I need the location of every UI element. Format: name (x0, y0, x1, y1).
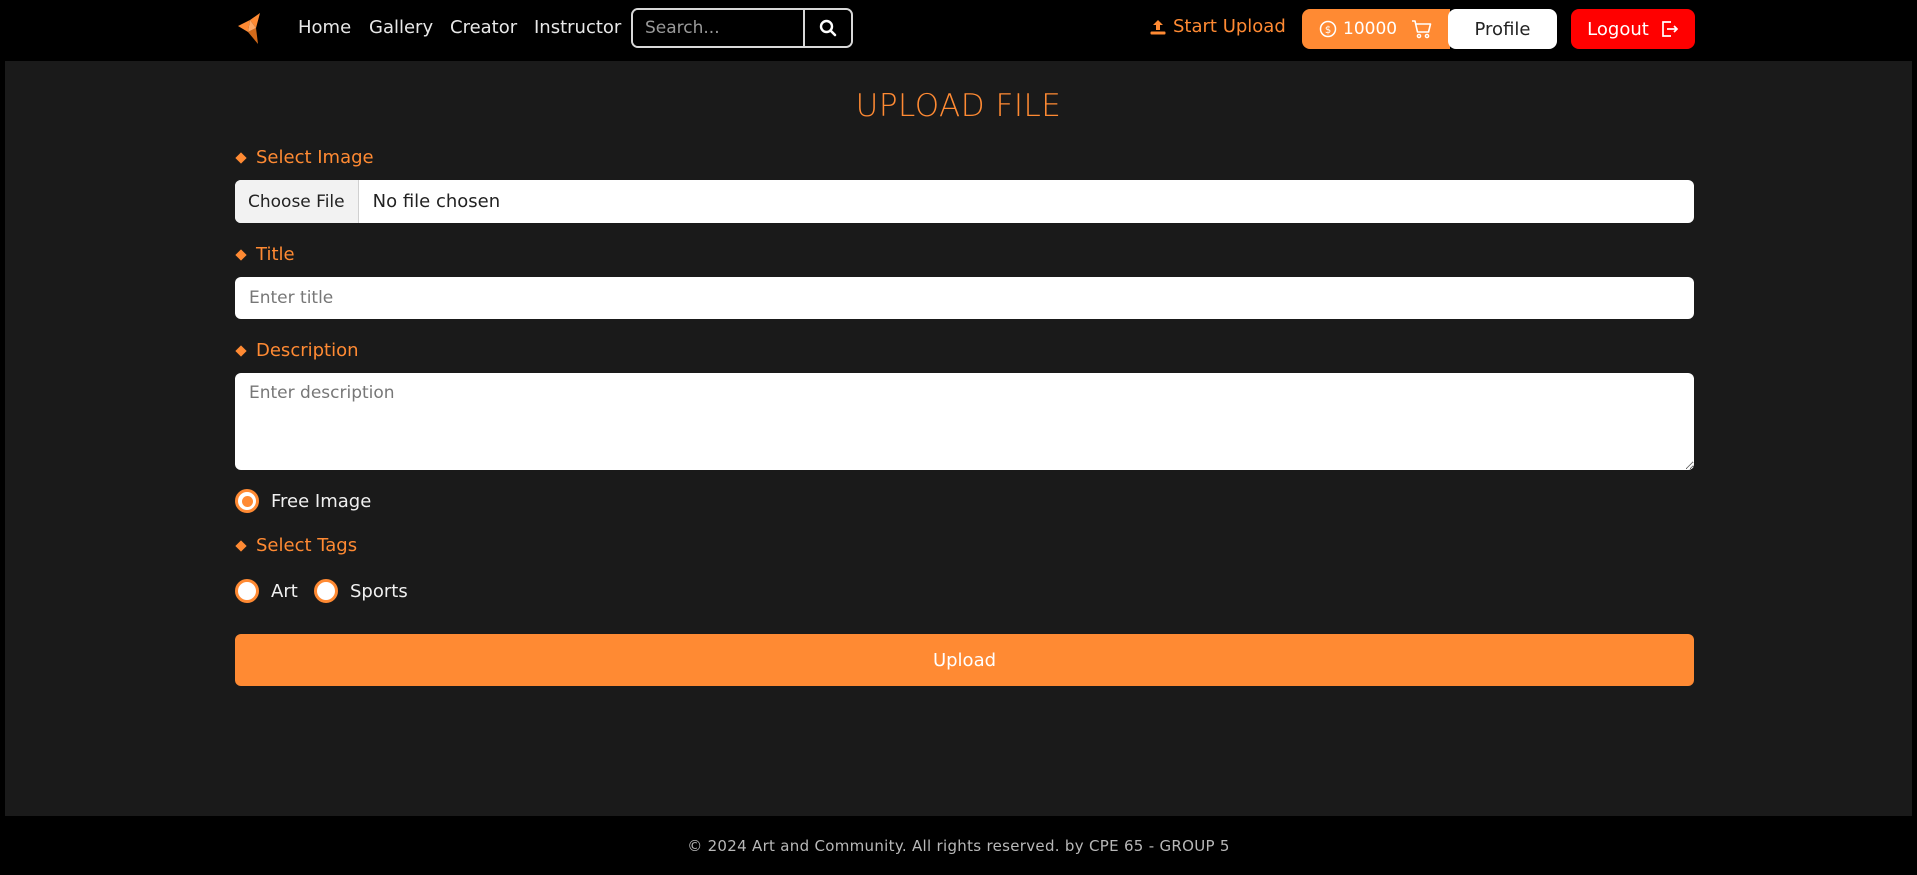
svg-text:$: $ (1325, 25, 1331, 36)
description-input[interactable] (235, 373, 1694, 470)
tag-art-label: Art (271, 580, 298, 602)
tag-art-radio-circle[interactable] (235, 579, 259, 603)
select-image-label: Select Image (235, 147, 374, 168)
tag-sports-radio[interactable]: Sports (314, 579, 408, 603)
free-image-label: Free Image (271, 490, 372, 512)
diamond-bullet-icon (235, 344, 247, 357)
select-image-label-text: Select Image (256, 147, 374, 168)
footer-text: © 2024 Art and Community. All rights res… (687, 836, 1230, 855)
file-input[interactable]: Choose File No file chosen (235, 180, 1694, 223)
search-input[interactable] (633, 10, 803, 46)
tag-art-radio[interactable]: Art (235, 579, 298, 603)
title-input[interactable] (235, 277, 1694, 319)
nav-gallery-link[interactable]: Gallery (369, 17, 433, 38)
description-label-text: Description (256, 340, 359, 361)
upload-button[interactable]: Upload (235, 634, 1694, 686)
title-label-text: Title (256, 244, 295, 265)
page: Home Gallery Creator Instructor Start Up… (0, 0, 1917, 875)
nav-creator-link[interactable]: Creator (450, 17, 517, 38)
navbar: Home Gallery Creator Instructor Start Up… (5, 0, 1912, 61)
nav-home-link[interactable]: Home (298, 17, 351, 38)
free-image-radio[interactable]: Free Image (235, 489, 371, 513)
coin-balance-button[interactable]: $ 10000 (1302, 9, 1450, 49)
upload-button-label: Upload (932, 649, 997, 671)
select-tags-label: Select Tags (235, 535, 358, 556)
search-button[interactable] (803, 10, 851, 46)
coin-icon: $ (1319, 20, 1337, 38)
upload-icon (1150, 19, 1166, 34)
search-box (631, 8, 853, 48)
cart-icon[interactable] (1411, 19, 1433, 39)
nav-instructor-link[interactable]: Instructor (534, 17, 621, 38)
coin-balance: 10000 (1343, 19, 1398, 39)
origami-bird-logo-icon[interactable] (232, 10, 268, 46)
diamond-bullet-icon (235, 151, 247, 164)
logout-button[interactable]: Logout (1571, 9, 1695, 49)
free-image-radio-circle[interactable] (235, 489, 259, 513)
footer: © 2024 Art and Community. All rights res… (5, 816, 1912, 875)
diamond-bullet-icon (235, 539, 247, 552)
choose-file-button[interactable]: Choose File (235, 180, 359, 223)
logout-label: Logout (1587, 18, 1649, 40)
tag-sports-label: Sports (350, 580, 408, 602)
page-title: UPLOAD FILE (855, 88, 1062, 124)
start-upload-link[interactable]: Start Upload (1149, 16, 1286, 37)
file-status: No file chosen (372, 191, 501, 212)
title-label: Title (235, 244, 295, 265)
description-label: Description (235, 340, 359, 361)
diamond-bullet-icon (235, 248, 247, 261)
profile-label: Profile (1474, 18, 1531, 40)
profile-button[interactable]: Profile (1448, 9, 1557, 49)
search-icon (819, 19, 837, 37)
logout-icon (1661, 21, 1679, 37)
tag-sports-radio-circle[interactable] (314, 579, 338, 603)
start-upload-label: Start Upload (1173, 16, 1286, 37)
select-tags-label-text: Select Tags (256, 535, 358, 556)
